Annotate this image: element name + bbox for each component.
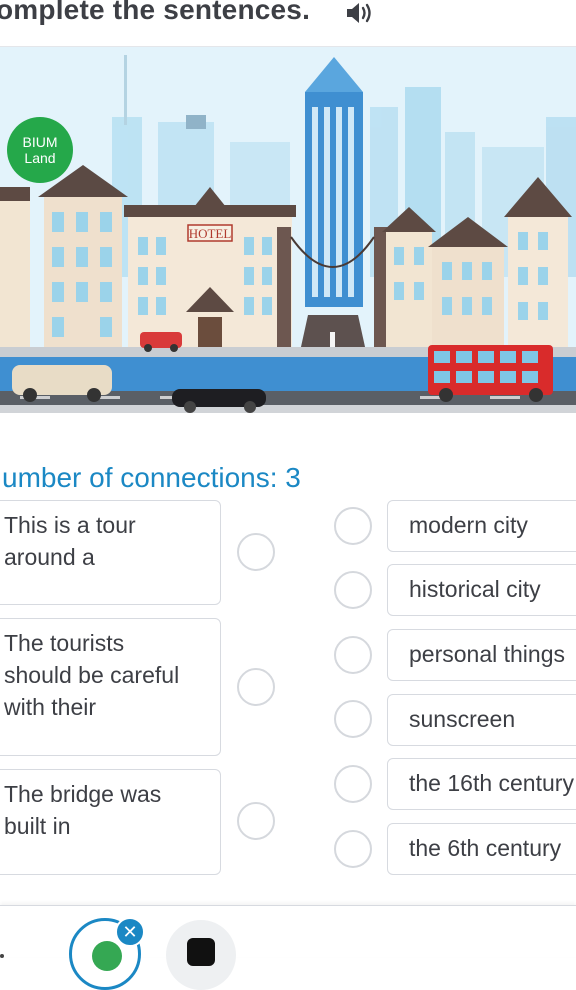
logo-line-1: BIUM: [22, 134, 58, 150]
bottom-toolbar: ✕: [0, 905, 576, 990]
answer-connector-radio[interactable]: [334, 700, 372, 738]
prompt-line: built in: [4, 813, 71, 839]
answer-connector-radio[interactable]: [334, 830, 372, 868]
prompt-line: The bridge was: [4, 781, 162, 807]
answer-card[interactable]: the 16th century: [387, 758, 576, 810]
prompt-line: The tourists: [4, 630, 125, 656]
prompt-connector-radio[interactable]: [237, 533, 275, 571]
prompt-card[interactable]: The bridge was built in: [0, 769, 221, 875]
avatar-icon: [92, 941, 122, 971]
answer-connector-radio[interactable]: [334, 765, 372, 803]
answer-card[interactable]: historical city: [387, 564, 576, 616]
logo-line-2: Land: [24, 150, 56, 166]
prompt-card[interactable]: The tourists should be careful with thei…: [0, 618, 221, 756]
city-illustration: HOTEL BIUM Land: [0, 47, 576, 423]
bicycle-icon: [187, 938, 215, 966]
speaker-icon[interactable]: [344, 0, 376, 26]
prompt-connector-radio[interactable]: [237, 668, 275, 706]
answer-card[interactable]: the 6th century: [387, 823, 576, 875]
close-icon[interactable]: ✕: [115, 917, 145, 947]
answer-card[interactable]: personal things: [387, 629, 576, 681]
answer-connector-radio[interactable]: [334, 636, 372, 674]
exercise-header: omplete the sentences.: [0, 0, 576, 47]
hotel-sign: HOTEL: [189, 226, 232, 241]
prompt-connector-radio[interactable]: [237, 802, 275, 840]
bicycle-button[interactable]: [166, 920, 236, 990]
prompt-line: should be careful: [4, 662, 180, 688]
answer-connector-radio[interactable]: [334, 507, 372, 545]
exercise-title: omplete the sentences.: [0, 0, 311, 25]
answer-card[interactable]: sunscreen: [387, 694, 576, 746]
connections-count: umber of connections: 3: [2, 462, 301, 493]
prompt-card[interactable]: This is a tour around a: [0, 500, 221, 605]
prompt-line: This is a tour: [4, 512, 136, 538]
prompt-line: with their: [4, 694, 97, 720]
prompt-line: around a: [4, 544, 95, 570]
menu-dot-icon: [0, 954, 4, 958]
bilim-land-logo: BIUM Land: [7, 117, 73, 183]
answer-card[interactable]: modern city: [387, 500, 576, 552]
answer-connector-radio[interactable]: [334, 571, 372, 609]
